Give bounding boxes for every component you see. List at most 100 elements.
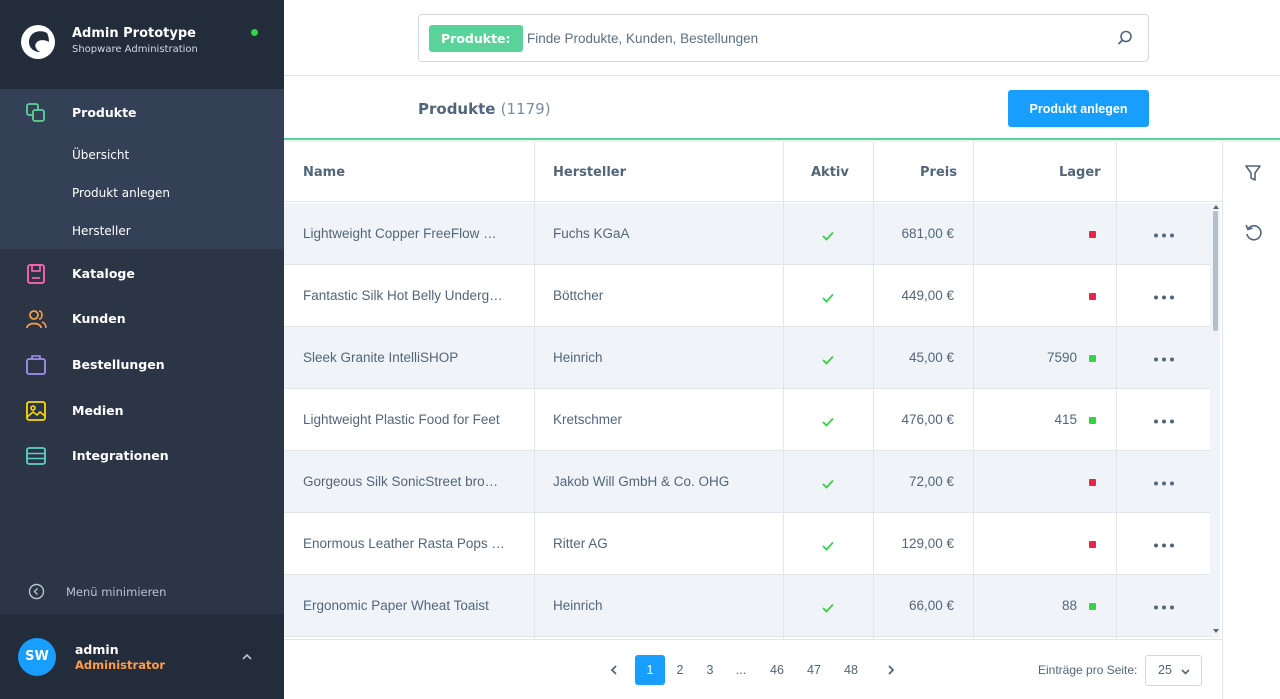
product-stock: 7590	[1046, 350, 1077, 365]
page-button-46[interactable]: 46	[767, 655, 787, 685]
pagination-bar: 1 2 3 ... 46 47 48 Einträge pro Seite: 2…	[284, 639, 1222, 699]
create-product-button[interactable]: Produkt anlegen	[1008, 90, 1149, 127]
page-title-text: Produkte	[418, 100, 496, 118]
per-page-select[interactable]: 25	[1145, 655, 1202, 686]
product-price: 45,00 €	[908, 350, 954, 365]
page-header: Produkte (1179) Produkt anlegen	[284, 76, 1280, 140]
status-indicator	[251, 29, 258, 36]
checkmark-icon	[822, 231, 834, 241]
page-button-3[interactable]: 3	[700, 655, 720, 685]
column-header-name[interactable]: Name	[303, 142, 345, 202]
more-actions-icon[interactable]	[1153, 481, 1175, 486]
per-page-value: 25	[1158, 663, 1172, 677]
more-actions-icon[interactable]	[1153, 605, 1175, 610]
product-manufacturer: Ritter AG	[553, 536, 608, 551]
more-actions-icon[interactable]	[1153, 419, 1175, 424]
sidebar-item-label: Produkte	[72, 105, 137, 120]
scroll-up-arrow-icon[interactable]	[1213, 205, 1219, 209]
sidebar-item-kunden[interactable]: Kunden	[0, 295, 284, 341]
checkmark-icon	[822, 293, 834, 303]
sidebar-subitem-produkt-anlegen[interactable]: Produkt anlegen	[72, 186, 170, 200]
user-role: Administrator	[75, 658, 166, 672]
product-name[interactable]: Ergonomic Paper Wheat Toaist	[303, 575, 519, 636]
column-divider	[973, 142, 974, 639]
user-name: admin	[75, 642, 119, 657]
sidebar-item-label: Medien	[72, 403, 124, 418]
column-header-aktiv[interactable]: Aktiv	[811, 142, 849, 202]
sidebar-item-integrationen[interactable]: Integrationen	[0, 432, 284, 478]
sidebar-subitem-uebersicht[interactable]: Übersicht	[72, 148, 129, 162]
product-stock	[974, 265, 1077, 326]
scroll-thumb[interactable]	[1213, 211, 1218, 331]
sidebar-item-bestellungen[interactable]: Bestellungen	[0, 341, 284, 387]
product-manufacturer: Kretschmer	[553, 412, 623, 427]
page-button-47[interactable]: 47	[804, 655, 824, 685]
column-divider	[534, 142, 535, 639]
sidebar-subitem-hersteller[interactable]: Hersteller	[72, 224, 131, 238]
product-price: 681,00 €	[901, 226, 954, 241]
column-header-hersteller[interactable]: Hersteller	[553, 142, 626, 202]
table-row[interactable]: Fantastic Silk Hot Belly Underg… Böttcher…	[284, 265, 1212, 327]
page-button-48[interactable]: 48	[841, 655, 861, 685]
table-row[interactable]: Enormous Leather Rasta Pops … Ritter AG 12…	[284, 513, 1212, 575]
sidebar-item-produkte[interactable]: Produkte	[0, 89, 284, 135]
table-row[interactable]: Sleek Granite IntelliSHOP Heinrich 45,00 €…	[284, 327, 1212, 389]
column-header-preis[interactable]: Preis	[920, 142, 957, 202]
search-type-chip[interactable]: Produkte:	[429, 25, 523, 52]
chevron-down-icon	[1181, 669, 1190, 675]
product-count: (1179)	[500, 100, 551, 118]
product-name[interactable]: Lightweight Copper FreeFlow …	[303, 203, 519, 264]
minimize-menu-button[interactable]: Menü minimieren	[0, 575, 284, 609]
filter-icon[interactable]	[1243, 163, 1263, 183]
right-sidebar	[1222, 142, 1280, 699]
search-input[interactable]	[527, 25, 1087, 52]
chevron-up-icon[interactable]	[240, 650, 254, 664]
table-row[interactable]: Gorgeous Silk SonicStreet bro… Jakob Will…	[284, 451, 1212, 513]
sidebar-item-kataloge[interactable]: Kataloge	[0, 250, 284, 296]
product-name[interactable]: Enormous Leather Rasta Pops …	[303, 513, 519, 574]
more-actions-icon[interactable]	[1153, 357, 1175, 362]
app-subtitle: Shopware Administration	[72, 44, 198, 55]
product-stock	[974, 513, 1077, 574]
refresh-icon[interactable]	[1243, 223, 1263, 243]
product-manufacturer: Jakob Will GmbH & Co. OHG	[553, 474, 730, 489]
stock-status-indicator	[1089, 479, 1096, 486]
table-scrollbar[interactable]	[1210, 203, 1220, 638]
page-button-1[interactable]: 1	[635, 655, 665, 685]
product-manufacturer: Böttcher	[553, 288, 604, 303]
sidebar: Admin Prototype Shopware Administration …	[0, 0, 284, 699]
product-name[interactable]: Fantastic Silk Hot Belly Underg…	[303, 265, 519, 326]
product-name[interactable]: Lightweight Plastic Food for Feet	[303, 389, 519, 450]
product-price: 449,00 €	[901, 288, 954, 303]
table-row[interactable]: Lightweight Plastic Food for Feet Kretsch…	[284, 389, 1212, 451]
product-stock: 415	[1054, 412, 1077, 427]
more-actions-icon[interactable]	[1153, 295, 1175, 300]
sidebar-item-medien[interactable]: Medien	[0, 387, 284, 433]
avatar: SW	[18, 638, 56, 676]
chevron-left-icon[interactable]	[608, 664, 620, 676]
product-price: 72,00 €	[908, 474, 954, 489]
stock-status-indicator	[1089, 417, 1096, 424]
table-row[interactable]: Lightweight Copper FreeFlow … Fuchs KGaA 6…	[284, 203, 1212, 265]
page-title: Produkte (1179)	[418, 100, 551, 118]
user-panel[interactable]: SW admin Administrator	[0, 614, 284, 699]
product-table: Name Hersteller Aktiv Preis Lager Lightw…	[284, 142, 1222, 639]
product-price: 129,00 €	[901, 536, 954, 551]
product-name[interactable]: Sleek Granite IntelliSHOP	[303, 327, 519, 388]
product-price: 66,00 €	[908, 598, 954, 613]
sidebar-item-label: Bestellungen	[72, 357, 165, 372]
catalog-icon	[27, 264, 45, 284]
stock-status-indicator	[1089, 355, 1096, 362]
page-button-2[interactable]: 2	[670, 655, 690, 685]
table-row[interactable]: Ergonomic Paper Wheat Toaist Heinrich 66,0…	[284, 575, 1212, 637]
more-actions-icon[interactable]	[1153, 543, 1175, 548]
scroll-down-arrow-icon[interactable]	[1213, 629, 1219, 633]
search-bar[interactable]: Produkte:	[418, 14, 1149, 62]
chevron-right-icon[interactable]	[885, 664, 897, 676]
search-icon[interactable]	[1116, 29, 1134, 47]
product-name[interactable]: Gorgeous Silk SonicStreet bro…	[303, 451, 519, 512]
product-stock: 88	[1061, 598, 1077, 613]
column-header-lager[interactable]: Lager	[1059, 142, 1101, 202]
more-actions-icon[interactable]	[1153, 233, 1175, 238]
checkmark-icon	[822, 479, 834, 489]
